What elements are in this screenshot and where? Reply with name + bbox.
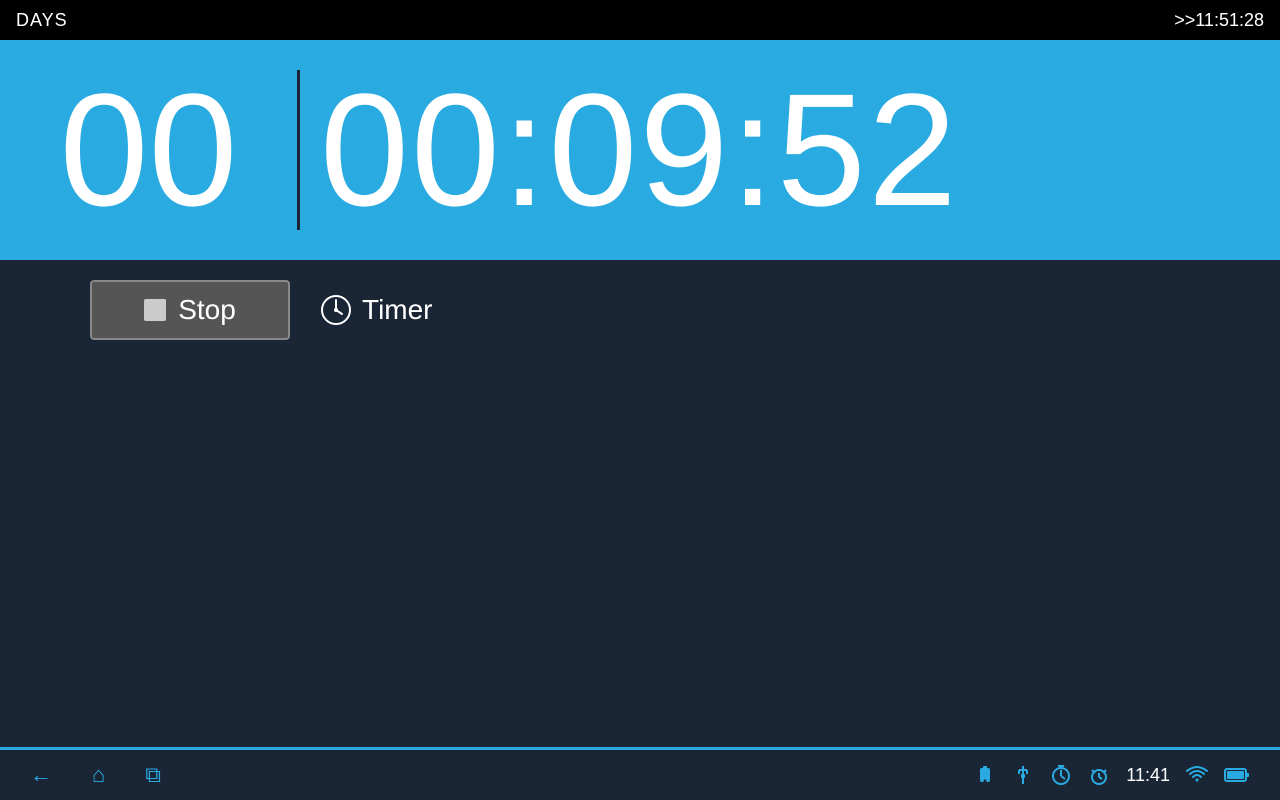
timer-display: 00 00:09:52 xyxy=(0,40,1280,260)
android-icon xyxy=(974,764,996,786)
timer-clock-icon xyxy=(320,294,352,326)
top-status-bar: DAYS >>11:51:28 xyxy=(0,0,1280,40)
time-value: 00:09:52 xyxy=(300,70,1280,230)
nav-left xyxy=(30,762,161,788)
alarm-icon xyxy=(1088,764,1110,786)
controls-area: Stop Timer xyxy=(0,260,1280,360)
battery-icon xyxy=(1224,764,1250,786)
nav-right: 11:41 xyxy=(974,764,1250,786)
recents-button[interactable] xyxy=(145,762,161,788)
timer-status-icon xyxy=(1050,764,1072,786)
timer-link[interactable]: Timer xyxy=(320,294,433,326)
stop-button[interactable]: Stop xyxy=(90,280,290,340)
system-time: >>11:51:28 xyxy=(1174,10,1264,31)
home-button[interactable] xyxy=(92,762,105,788)
timer-label: Timer xyxy=(362,294,433,326)
clock-time: 11:41 xyxy=(1126,765,1170,786)
usb-icon xyxy=(1012,764,1034,786)
stop-label: Stop xyxy=(178,294,236,326)
days-label: DAYS xyxy=(16,10,68,31)
bottom-navigation-bar: 11:41 xyxy=(0,750,1280,800)
days-value: 00 xyxy=(0,70,300,230)
stop-icon xyxy=(144,299,166,321)
wifi-icon xyxy=(1186,764,1208,786)
back-button[interactable] xyxy=(30,762,52,788)
